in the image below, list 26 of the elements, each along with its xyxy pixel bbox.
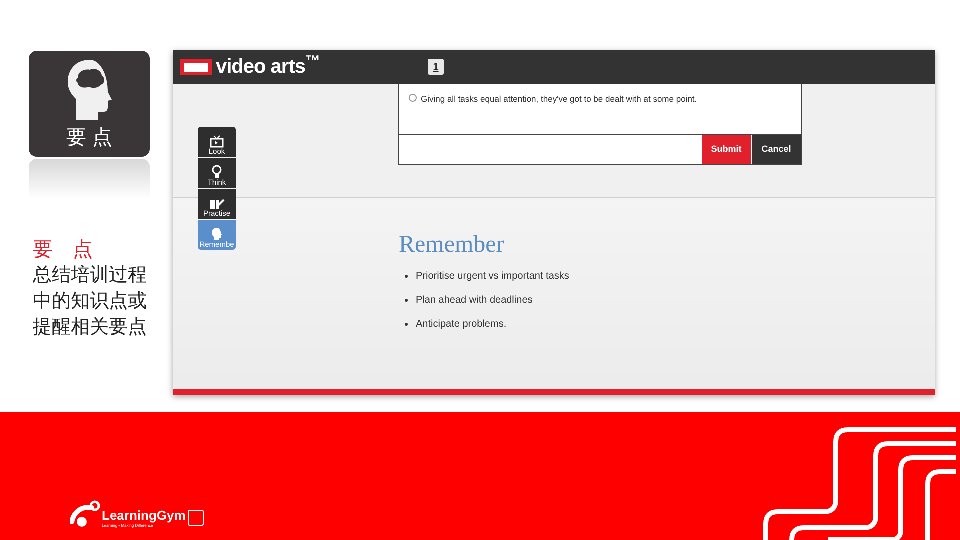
bullet-icon: [405, 323, 408, 326]
page-badge[interactable]: 1: [428, 59, 444, 75]
description-line: 提醒相关要点: [33, 316, 148, 340]
tv-icon: [210, 134, 224, 148]
head-icon: [211, 226, 223, 240]
bullet-icon: [405, 275, 408, 278]
seal-icon: [188, 510, 204, 526]
radio-button[interactable]: [409, 94, 417, 102]
brand-logo-icon: [180, 59, 212, 75]
bullet-text: Prioritise urgent vs important tasks: [416, 270, 570, 284]
option-text: Giving all tasks equal attention, they've got to be dealt with at some point.: [421, 93, 698, 106]
brand-mark-icon: [70, 500, 100, 528]
submit-button[interactable]: Submit: [702, 135, 751, 164]
bullet-text: Plan ahead with deadlines: [416, 294, 533, 308]
bullet-icon: [405, 299, 408, 302]
brand-name: video arts$^{™}$: [216, 57, 320, 77]
description-title: 要 点: [33, 238, 94, 263]
footer-logo-text: LearningGym: [102, 509, 186, 522]
book-pencil-icon: [209, 198, 225, 210]
bullet-text: Anticipate problems.: [416, 318, 507, 332]
lightbulb-icon: [211, 164, 223, 178]
section-heading: Remember: [399, 231, 506, 259]
description-line: 总结培训过程: [33, 264, 148, 288]
cancel-button[interactable]: Cancel: [752, 135, 801, 164]
description-line: 中的知识点或: [33, 290, 148, 314]
tile-label: 要 点: [66, 128, 112, 148]
